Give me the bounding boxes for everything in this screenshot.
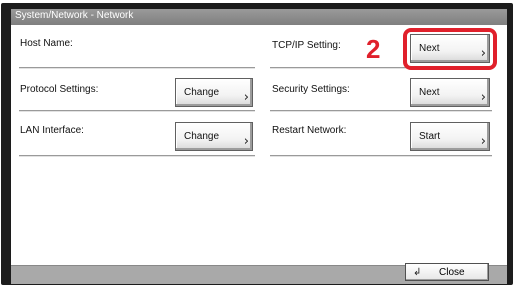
restart-network-start-button[interactable]: Start › <box>410 122 490 151</box>
tcpip-setting-label: TCP/IP Setting: <box>272 40 341 51</box>
divider <box>19 110 255 112</box>
divider <box>270 110 492 112</box>
close-button-label: Close <box>439 267 465 278</box>
security-settings-next-button[interactable]: Next › <box>410 78 490 107</box>
button-label: Change <box>184 87 220 98</box>
chevron-right-icon: › <box>480 90 486 105</box>
host-name-label: Host Name: <box>20 38 73 49</box>
chevron-right-icon: › <box>243 134 249 149</box>
title-bar: System/Network - Network <box>11 9 507 26</box>
button-label: Change <box>184 131 220 142</box>
lan-interface-label: LAN Interface: <box>20 125 84 136</box>
security-settings-label: Security Settings: <box>272 84 350 95</box>
chevron-right-icon: › <box>243 90 249 105</box>
highlight-box <box>403 28 497 70</box>
protocol-settings-label: Protocol Settings: <box>20 84 99 95</box>
button-label: Next <box>419 87 440 98</box>
chevron-right-icon: › <box>480 134 486 149</box>
divider <box>19 67 255 69</box>
restart-network-label: Restart Network: <box>272 125 347 136</box>
enter-return-icon: ↲ <box>413 267 422 278</box>
divider <box>270 155 492 157</box>
window-title: System/Network - Network <box>15 10 134 21</box>
divider <box>19 155 255 157</box>
button-label: Start <box>419 131 441 142</box>
protocol-settings-change-button[interactable]: Change › <box>175 78 253 107</box>
step-number-annotation: 2 <box>366 34 381 64</box>
close-button[interactable]: ↲ Close <box>405 263 489 281</box>
lan-interface-change-button[interactable]: Change › <box>175 122 253 151</box>
